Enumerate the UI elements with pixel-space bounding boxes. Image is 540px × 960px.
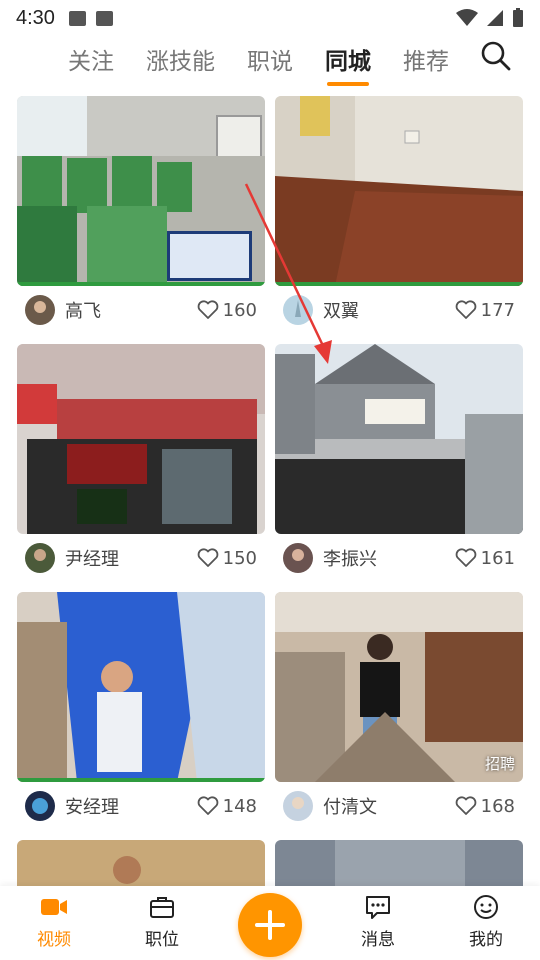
like-button[interactable]: 168	[455, 796, 515, 817]
heart-icon	[455, 796, 476, 815]
video-card[interactable]: 李振兴 161	[275, 344, 523, 582]
profile-icon	[474, 895, 498, 919]
image-notification-icon	[68, 10, 86, 26]
nav-label: 职位	[145, 930, 179, 950]
avatar[interactable]	[25, 295, 55, 325]
like-button[interactable]: 177	[455, 300, 515, 321]
tab-follow[interactable]: 关注	[68, 42, 114, 82]
nav-messages[interactable]: 消息	[324, 893, 432, 960]
heart-icon	[455, 300, 476, 319]
tab-same-city[interactable]: 同城	[325, 42, 371, 82]
like-button[interactable]: 148	[197, 796, 257, 817]
briefcase-icon	[150, 897, 174, 918]
like-count: 148	[222, 795, 257, 817]
top-tabs: 关注 涨技能 职说 同城 推荐	[0, 36, 540, 88]
avatar[interactable]	[283, 295, 313, 325]
heart-icon	[197, 796, 218, 815]
recruiting-badge: 招聘	[484, 755, 515, 773]
wifi-icon	[456, 9, 478, 26]
video-grid: 高飞 160 双翼 177 尹经理 150 李振兴 161 安经理 148 招聘…	[17, 96, 523, 830]
video-thumbnail	[275, 344, 523, 534]
nav-label: 消息	[361, 930, 395, 950]
create-post-button[interactable]	[238, 893, 302, 957]
status-bar: 4:30	[0, 0, 540, 36]
status-time: 4:30	[16, 6, 55, 29]
video-card[interactable]: 安经理 148	[17, 592, 265, 830]
tab-career-talk[interactable]: 职说	[247, 42, 293, 82]
like-count: 160	[222, 299, 257, 321]
message-icon	[366, 896, 390, 919]
nav-label: 视频	[37, 930, 71, 950]
avatar[interactable]	[25, 543, 55, 573]
author-name[interactable]: 付清文	[323, 793, 377, 819]
avatar[interactable]	[25, 791, 55, 821]
app-notification-icon	[95, 10, 113, 26]
video-card[interactable]: 招聘 付清文 168	[275, 592, 523, 830]
like-button[interactable]: 150	[197, 548, 257, 569]
video-card[interactable]: 双翼 177	[275, 96, 523, 334]
nav-label: 我的	[469, 930, 503, 950]
nav-video[interactable]: 视频	[0, 893, 108, 960]
author-name[interactable]: 安经理	[65, 793, 119, 819]
video-icon	[41, 899, 67, 915]
heart-icon	[197, 300, 218, 319]
avatar[interactable]	[283, 543, 313, 573]
next-row-partial	[17, 840, 523, 886]
tab-recommend[interactable]: 推荐	[403, 42, 449, 82]
search-icon[interactable]	[480, 40, 512, 72]
video-card[interactable]: 高飞 160	[17, 96, 265, 334]
like-count: 161	[480, 547, 515, 569]
heart-icon	[455, 548, 476, 567]
signal-icon	[487, 10, 503, 26]
avatar[interactable]	[283, 791, 313, 821]
nav-profile[interactable]: 我的	[432, 893, 540, 960]
video-thumbnail[interactable]	[17, 840, 265, 886]
video-thumbnail	[17, 592, 265, 782]
author-name[interactable]: 双翼	[323, 297, 359, 323]
video-thumbnail[interactable]	[275, 840, 523, 886]
heart-icon	[197, 548, 218, 567]
video-thumbnail	[17, 96, 265, 286]
video-thumbnail	[17, 344, 265, 534]
like-button[interactable]: 161	[455, 548, 515, 569]
like-count: 150	[222, 547, 257, 569]
video-card[interactable]: 尹经理 150	[17, 344, 265, 582]
video-thumbnail: 招聘	[275, 592, 523, 782]
battery-icon	[513, 8, 523, 27]
author-name[interactable]: 李振兴	[323, 545, 377, 571]
author-name[interactable]: 高飞	[65, 297, 101, 323]
author-name[interactable]: 尹经理	[65, 545, 119, 571]
like-count: 177	[480, 299, 515, 321]
nav-jobs[interactable]: 职位	[108, 893, 216, 960]
video-thumbnail	[275, 96, 523, 286]
like-button[interactable]: 160	[197, 300, 257, 321]
like-count: 168	[480, 795, 515, 817]
tab-skills[interactable]: 涨技能	[146, 42, 215, 82]
